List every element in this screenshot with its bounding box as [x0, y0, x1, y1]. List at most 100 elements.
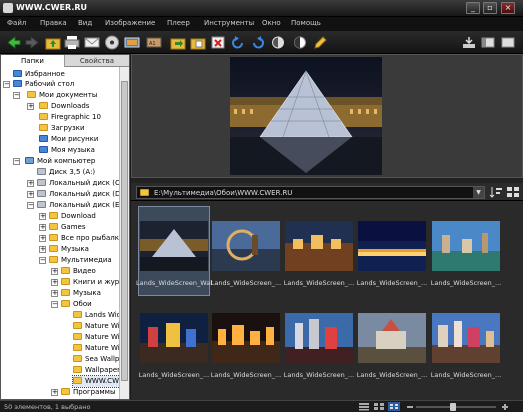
- expand-toggle[interactable]: +: [27, 180, 34, 187]
- minimize-button[interactable]: _: [466, 2, 480, 14]
- zoom-slider-thumb[interactable]: [450, 403, 456, 411]
- move-to-folder-icon[interactable]: [170, 35, 186, 50]
- tree-item[interactable]: Все про рыбалку: [49, 233, 119, 244]
- menu-view[interactable]: Вид: [78, 19, 92, 27]
- tree-item[interactable]: Lands Wide: [73, 310, 119, 321]
- tree-scrollbar-thumb[interactable]: [121, 81, 128, 381]
- tree-item[interactable]: Программы: [61, 387, 116, 398]
- menu-window[interactable]: Окно: [262, 19, 281, 27]
- tree-item[interactable]: Книги и журналы: [61, 277, 119, 288]
- thumbnail-image[interactable]: [285, 221, 353, 271]
- tree-item[interactable]: Обои: [61, 299, 92, 310]
- expand-toggle[interactable]: +: [39, 246, 46, 253]
- thumbnail-image[interactable]: [140, 221, 208, 271]
- sort-icon[interactable]: [489, 186, 503, 198]
- tree-item[interactable]: Nature Wide: [73, 343, 119, 354]
- collapse-toggle[interactable]: −: [3, 81, 10, 88]
- contrast-icon[interactable]: [292, 35, 308, 50]
- zoom-slider[interactable]: [416, 403, 496, 411]
- menu-image[interactable]: Изображение: [105, 19, 155, 27]
- tree-item[interactable]: Games: [49, 222, 86, 233]
- slideshow-icon[interactable]: [124, 35, 140, 50]
- menu-edit[interactable]: Правка: [40, 19, 67, 27]
- pencil-icon[interactable]: [312, 35, 328, 50]
- collapse-toggle[interactable]: −: [27, 202, 34, 209]
- expand-toggle[interactable]: +: [27, 103, 34, 110]
- thumbnail-image[interactable]: [358, 221, 426, 271]
- panel-layout-icon[interactable]: [480, 35, 496, 50]
- tree-item[interactable]: Мультимедиа: [49, 255, 112, 266]
- details-view-icon[interactable]: [358, 402, 370, 411]
- tree-item[interactable]: Музыка: [61, 288, 101, 299]
- tree-item[interactable]: Wallpapers: [73, 365, 119, 376]
- tree-item[interactable]: Локальный диск (C:): [37, 178, 119, 189]
- collapse-toggle[interactable]: −: [13, 92, 20, 99]
- collapse-toggle[interactable]: −: [13, 158, 20, 165]
- convert-icon[interactable]: A1: [146, 35, 162, 50]
- print-icon[interactable]: [64, 35, 80, 50]
- thumbnail-view-icon[interactable]: [388, 402, 400, 411]
- thumbnail-image[interactable]: [432, 221, 500, 271]
- expand-toggle[interactable]: +: [39, 224, 46, 231]
- menu-help[interactable]: Помощь: [291, 19, 321, 27]
- expand-toggle[interactable]: +: [51, 279, 58, 286]
- menu-tools[interactable]: Инструменты: [204, 19, 254, 27]
- tree-item[interactable]: Sea Wallpapers: [73, 354, 119, 365]
- expand-toggle[interactable]: +: [51, 290, 58, 297]
- import-icon[interactable]: [461, 35, 477, 50]
- tree-item[interactable]: Download: [49, 211, 96, 222]
- delete-icon[interactable]: [210, 35, 226, 50]
- copy-to-folder-icon[interactable]: [190, 35, 206, 50]
- back-icon[interactable]: [6, 35, 22, 50]
- zoom-out-icon[interactable]: [405, 403, 415, 411]
- tree-item[interactable]: Мои рисунки: [39, 134, 98, 145]
- tab-folders[interactable]: Папки: [1, 55, 65, 67]
- tab-properties[interactable]: Свойства: [65, 55, 129, 67]
- thumbnail-image[interactable]: [358, 313, 426, 363]
- close-button[interactable]: ×: [501, 2, 515, 14]
- collapse-toggle[interactable]: −: [51, 301, 58, 308]
- email-icon[interactable]: [84, 35, 100, 50]
- fullscreen-icon[interactable]: [500, 35, 516, 50]
- path-field[interactable]: E:\Мультимедиа\Обои\WWW.CWER.RU ▼: [136, 186, 485, 199]
- tree-item[interactable]: Firegraphic 10: [39, 112, 101, 123]
- preview-image[interactable]: [230, 57, 382, 175]
- path-dropdown-icon[interactable]: ▼: [473, 187, 484, 198]
- tree-item[interactable]: Nature Wide: [73, 321, 119, 332]
- thumbnail-image[interactable]: [285, 313, 353, 363]
- tree-item[interactable]: Видео: [61, 266, 96, 277]
- tree-item[interactable]: Загрузки: [39, 123, 85, 134]
- menu-player[interactable]: Плеер: [167, 19, 190, 27]
- thumbnail-image[interactable]: [140, 313, 208, 363]
- menu-file[interactable]: Файл: [7, 19, 26, 27]
- thumbnail-image[interactable]: [432, 313, 500, 363]
- tree-item[interactable]: Мой компьютер: [25, 156, 95, 167]
- tree-item[interactable]: Локальный диск (D:): [37, 189, 119, 200]
- tree-item[interactable]: Downloads: [39, 101, 89, 112]
- maximize-button[interactable]: ▫: [483, 2, 497, 14]
- tree-scrollbar[interactable]: [119, 67, 129, 399]
- tree-item[interactable]: Рабочий стол: [13, 79, 74, 90]
- forward-icon[interactable]: [24, 35, 40, 50]
- view-options-icon[interactable]: [506, 186, 520, 198]
- zoom-in-icon[interactable]: [500, 403, 510, 411]
- tree-item[interactable]: Музыка: [49, 244, 89, 255]
- tree-item[interactable]: Диск 3,5 (A:): [37, 167, 95, 178]
- disc-icon[interactable]: [104, 35, 120, 50]
- rotate-right-icon[interactable]: [250, 35, 266, 50]
- expand-toggle[interactable]: +: [39, 235, 46, 242]
- folder-up-icon[interactable]: [45, 35, 61, 50]
- collapse-toggle[interactable]: −: [39, 257, 46, 264]
- tree-item[interactable]: Локальный диск (E:): [37, 200, 119, 211]
- list-view-icon[interactable]: [373, 402, 385, 411]
- thumbnail-image[interactable]: [212, 221, 280, 271]
- expand-toggle[interactable]: +: [39, 213, 46, 220]
- tree-item[interactable]: Мои документы: [27, 90, 97, 101]
- expand-toggle[interactable]: +: [51, 268, 58, 275]
- rotate-left-icon[interactable]: [230, 35, 246, 50]
- expand-toggle[interactable]: +: [27, 191, 34, 198]
- tree-item[interactable]: Моя музыка: [39, 145, 95, 156]
- adjust-icon[interactable]: [270, 35, 286, 50]
- thumbnail-image[interactable]: [212, 313, 280, 363]
- tree-item-selected[interactable]: WWW.CWER.RU: [71, 375, 119, 388]
